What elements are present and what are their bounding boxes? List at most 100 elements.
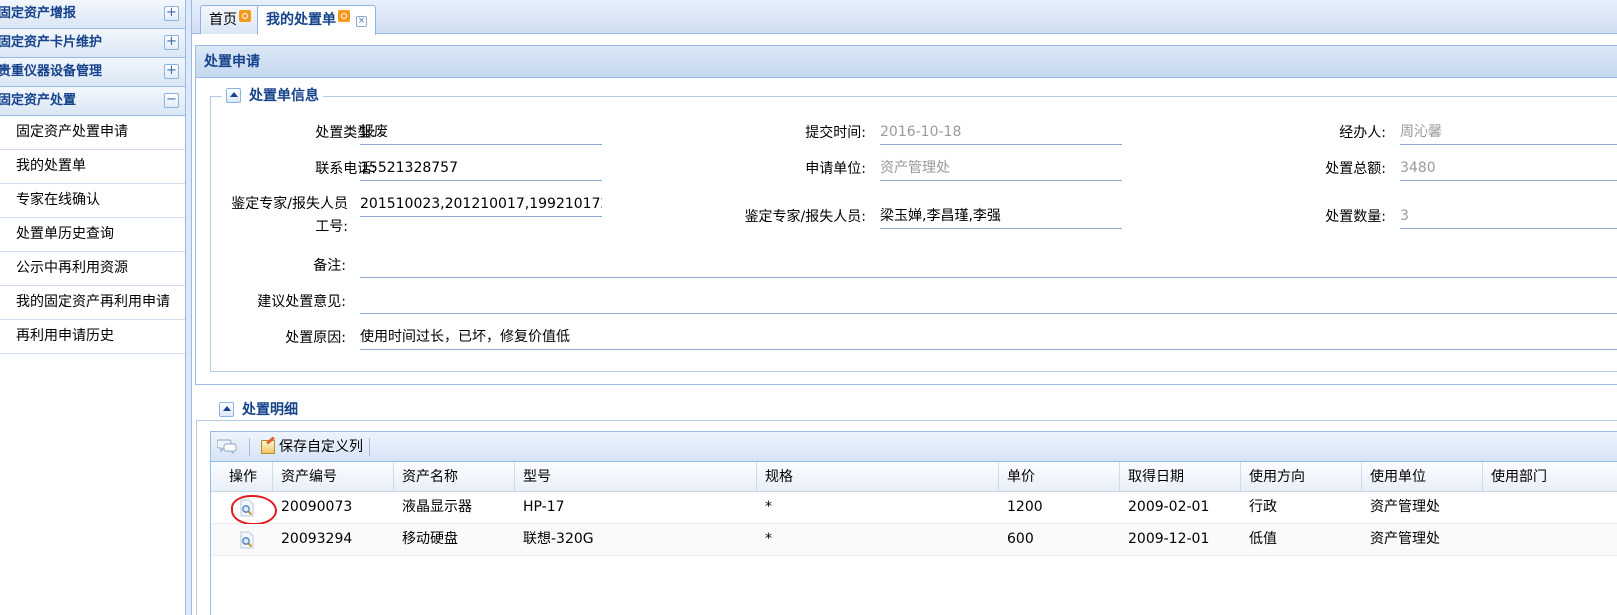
info-legend[interactable]: 处置单信息 [222,87,323,105]
phone-field[interactable]: 15521328757 [360,157,602,181]
table-row[interactable]: 20090073 液晶显示器 HP-17 * 1200 2009-02-01 行… [211,492,1617,525]
sidebar: 固定资产增报 + 固定资产卡片维护 + 贵重仪器设备管理 + 固定资产处置 − … [0,0,186,615]
sidebar-section-title: 固定资产增报 [0,6,77,21]
column-header-spec[interactable]: 规格 [757,462,999,491]
refresh-icon[interactable] [338,10,350,22]
total-amount-field[interactable]: 3480 [1400,157,1617,181]
sidebar-item-my-reuse-apply[interactable]: 我的固定资产再利用申请 [0,286,185,320]
applicant-unit-label: 申请单位: [805,161,866,177]
detail-legend[interactable]: 处置明细 [215,401,302,419]
column-header-model[interactable]: 型号 [515,462,757,491]
panel-title: 处置申请 [195,45,1617,78]
toolbar-separator [249,438,250,456]
detail-grid: 保存自定义列 操作 资产编号 资产名称 型号 规格 单价 取得日期 使用方向 使… [210,431,1617,615]
save-custom-columns-button[interactable]: 保存自定义列 [259,436,363,458]
refresh-icon[interactable] [239,10,251,22]
close-icon[interactable]: × [356,16,367,27]
tab-home[interactable]: 首页 [200,5,260,34]
comment-icon[interactable] [217,438,237,455]
toolbar-separator [369,438,370,456]
cell-asset-name: 移动硬盘 [402,531,458,547]
sidebar-section-card-maintenance[interactable]: 固定资产卡片维护 + [0,29,185,58]
quantity-field[interactable]: 3 [1400,205,1617,229]
remarks-field[interactable] [360,254,1617,278]
cell-spec: * [765,531,772,547]
handler-label: 经办人: [1339,125,1386,141]
expand-icon[interactable]: + [164,64,179,79]
info-legend-text: 处置单信息 [249,88,319,104]
expert-names-label: 鉴定专家/报失人员: [744,209,866,225]
tab-label: 我的处置单 [266,12,336,28]
cell-asset-no: 20093294 [281,531,353,547]
suggestion-label: 建议处置意见: [257,294,346,310]
cell-acquire-date: 2009-02-01 [1128,499,1210,515]
cell-model: HP-17 [523,499,565,515]
sidebar-section-title: 固定资产处置 [0,93,77,108]
remarks-label: 备注: [313,258,346,274]
splitter[interactable] [186,0,192,615]
reason-field[interactable]: 使用时间过长，已坏，修复价值低 [360,326,1617,350]
cell-usage-unit: 资产管理处 [1370,531,1440,547]
tab-my-disposal-orders[interactable]: 我的处置单 × [257,5,376,35]
handler-field[interactable]: 周沁馨 [1400,121,1617,145]
cell-spec: * [765,499,772,515]
column-header-asset-name[interactable]: 资产名称 [394,462,515,491]
detail-legend-text: 处置明细 [242,402,298,418]
cell-usage-dept [1483,524,1617,555]
sidebar-item-expert-confirm[interactable]: 专家在线确认 [0,184,185,218]
cell-usage-dept [1483,492,1617,523]
column-header-asset-no[interactable]: 资产编号 [273,462,394,491]
sidebar-section-asset-increase[interactable]: 固定资产增报 + [0,0,185,29]
highlight-circle [231,495,277,525]
cell-usage-direction: 行政 [1249,499,1277,515]
expert-names-field[interactable]: 梁玉婵,李昌瑾,李强 [880,205,1122,229]
sidebar-item-my-disposal-orders[interactable]: 我的处置单 [0,150,185,184]
sidebar-item-reuse-history[interactable]: 再利用申请历史 [0,320,185,354]
column-header-usage-dept[interactable]: 使用部门 [1483,462,1617,491]
collapse-icon[interactable]: − [164,93,179,108]
column-header-price[interactable]: 单价 [999,462,1120,491]
sidebar-section-title: 贵重仪器设备管理 [0,64,103,79]
reason-label: 处置原因: [285,330,346,346]
cell-price: 1200 [1007,499,1043,515]
column-header-usage-direction[interactable]: 使用方向 [1241,462,1362,491]
tab-label: 首页 [209,12,237,28]
expand-icon[interactable]: + [164,35,179,50]
column-header-action[interactable]: 操作 [211,462,273,491]
quantity-label: 处置数量: [1325,209,1386,225]
applicant-unit-field[interactable]: 资产管理处 [880,157,1122,181]
cell-acquire-date: 2009-12-01 [1128,531,1210,547]
cell-usage-unit: 资产管理处 [1370,499,1440,515]
expert-ids-field[interactable]: 201510023,201210017,199210172 [360,193,602,217]
sidebar-item-reuse-resources[interactable]: 公示中再利用资源 [0,252,185,286]
disposal-type-field[interactable]: 报废 [360,121,602,145]
save-custom-columns-label: 保存自定义列 [279,439,363,455]
grid-toolbar: 保存自定义列 [211,431,1617,462]
collapse-icon[interactable] [219,402,234,417]
edit-icon [261,440,275,454]
view-details-icon[interactable] [239,531,255,549]
cell-asset-name: 液晶显示器 [402,499,472,515]
column-header-usage-unit[interactable]: 使用单位 [1362,462,1483,491]
tab-bar: 首页 我的处置单 × [192,0,1617,35]
disposal-type-label: 处置类型: [315,125,376,141]
expert-ids-label: 鉴定专家/报失人员工号: [231,196,348,235]
submit-time-label: 提交时间: [805,125,866,141]
panel-body: 处置单信息 处置类型: 报废 提交时间: 2016-10-18 经办人: 周沁馨… [195,78,1617,385]
table-row[interactable]: 20093294 移动硬盘 联想-320G * 600 2009-12-01 低… [211,524,1617,556]
column-header-acquire-date[interactable]: 取得日期 [1120,462,1241,491]
cell-model: 联想-320G [523,531,594,547]
cell-usage-direction: 低值 [1249,531,1277,547]
sidebar-section-title: 固定资产卡片维护 [0,35,103,50]
suggestion-field[interactable] [360,290,1617,314]
sidebar-item-disposal-apply[interactable]: 固定资产处置申请 [0,116,185,150]
cell-price: 600 [1007,531,1034,547]
collapse-icon[interactable] [226,88,241,103]
expand-icon[interactable]: + [164,6,179,21]
sidebar-section-asset-disposal[interactable]: 固定资产处置 − [0,87,185,116]
sidebar-item-disposal-history[interactable]: 处置单历史查询 [0,218,185,252]
sidebar-section-instrument-management[interactable]: 贵重仪器设备管理 + [0,58,185,87]
grid-header: 操作 资产编号 资产名称 型号 规格 单价 取得日期 使用方向 使用单位 使用部… [211,462,1617,492]
cell-asset-no: 20090073 [281,499,353,515]
submit-time-field[interactable]: 2016-10-18 [880,121,1122,145]
